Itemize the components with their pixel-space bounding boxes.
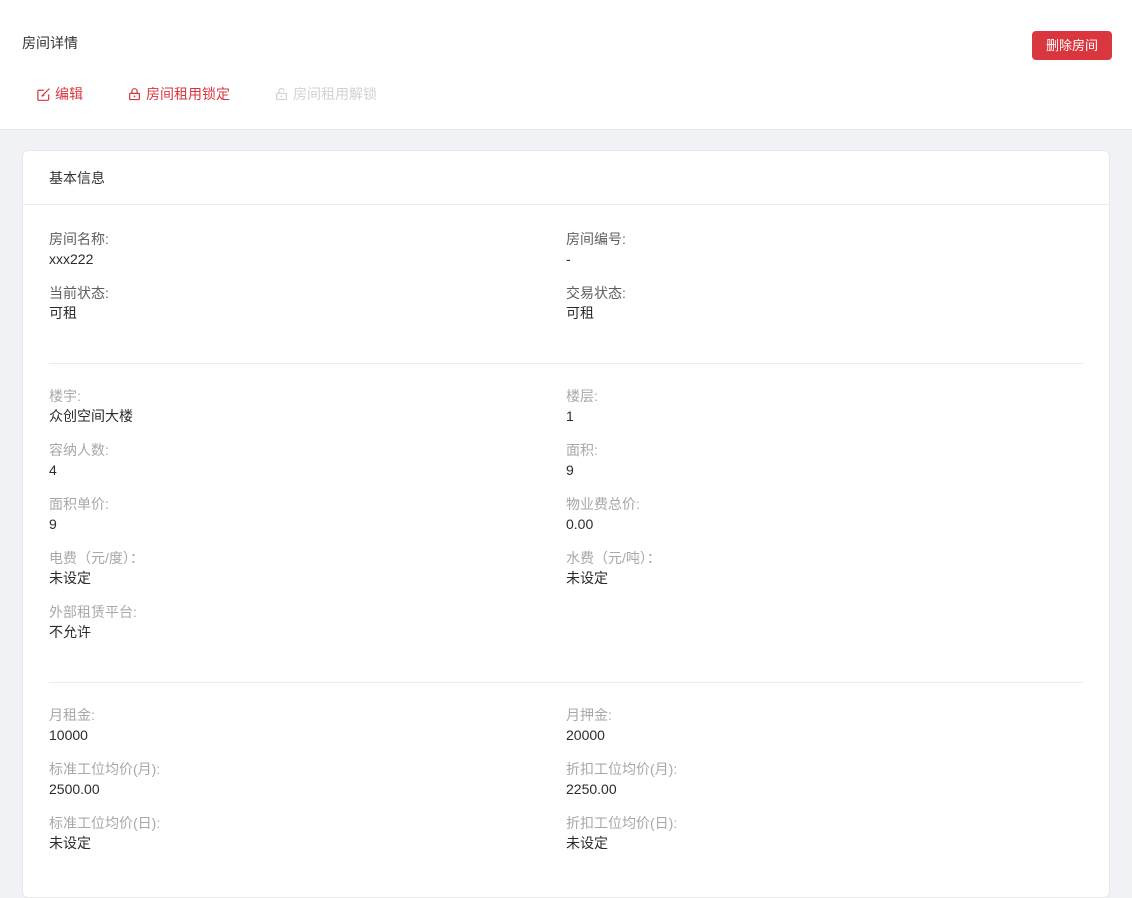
field-current-status: 当前状态: 可租 [49,283,566,323]
field-value: xxx222 [49,251,94,267]
field-value: 未设定 [49,835,91,851]
field-electricity-fee: 电费（元/度）： 未设定 [49,548,566,588]
page-title: 房间详情 [22,35,78,51]
field-label: 当前状态: [49,285,109,301]
field-label: 交易状态: [566,285,626,301]
basic-info-card: 基本信息 房间名称: xxx222 房间编号: - 当前状态: 可租 交易状态:… [22,150,1110,898]
field-room-number: 房间编号: - [566,229,1083,269]
field-trade-status: 交易状态: 可租 [566,283,1083,323]
field-label: 标准工位均价(月): [49,761,161,777]
field-label: 电费（元/度）： [49,550,144,566]
field-label: 折扣工位均价(月): [566,761,678,777]
unlock-icon [274,87,289,102]
field-property-fee-total: 物业费总价: 0.00 [566,494,1083,534]
field-label: 容纳人数: [49,442,109,458]
field-value: 0.00 [566,516,594,532]
field-capacity: 容纳人数: 4 [49,440,566,480]
card-body: 房间名称: xxx222 房间编号: - 当前状态: 可租 交易状态: 可租 楼… [23,205,1109,897]
section-status: 房间名称: xxx222 房间编号: - 当前状态: 可租 交易状态: 可租 [49,229,1083,337]
field-value: 众创空间大楼 [49,408,133,424]
field-room-name: 房间名称: xxx222 [49,229,566,269]
field-label: 面积: [566,442,598,458]
section-pricing: 月租金: 10000 月押金: 20000 标准工位均价(月): 2500.00… [49,705,1083,867]
room-rent-unlock-link[interactable]: 房间租用解锁 [274,84,377,104]
field-value: 未设定 [566,570,608,586]
field-floor: 楼层: 1 [566,386,1083,426]
field-value: 2250.00 [566,781,617,797]
field-label: 物业费总价: [566,496,640,512]
room-rent-lock-link[interactable]: 房间租用锁定 [127,84,230,104]
field-water-fee: 水费（元/吨）： 未设定 [566,548,1083,588]
section-building: 楼宇: 众创空间大楼 楼层: 1 容纳人数: 4 面积: 9 面积单价: 9 物… [49,386,1083,656]
field-label: 月租金: [49,707,95,723]
page-header: 房间详情 删除房间 编辑 房间租用锁定 房间租用解锁 [0,0,1132,130]
edit-room-label: 编辑 [55,86,83,102]
field-value: 可租 [566,305,594,321]
field-discount-seat-price-day: 折扣工位均价(日): 未设定 [566,813,1083,853]
delete-room-button[interactable]: 删除房间 [1032,31,1112,60]
field-building: 楼宇: 众创空间大楼 [49,386,566,426]
field-label: 面积单价: [49,496,109,512]
field-label: 月押金: [566,707,612,723]
lock-icon [127,87,142,102]
field-label: 折扣工位均价(日): [566,815,678,831]
field-label: 楼层: [566,388,598,404]
field-value: 2500.00 [49,781,100,797]
field-value: 9 [566,462,574,478]
field-value: 未设定 [566,835,608,851]
field-value: 未设定 [49,570,91,586]
field-monthly-deposit: 月押金: 20000 [566,705,1083,745]
section-divider [49,682,1083,683]
action-row: 编辑 房间租用锁定 房间租用解锁 [36,84,377,104]
field-standard-seat-price-day: 标准工位均价(日): 未设定 [49,813,566,853]
field-value: 10000 [49,727,88,743]
section-divider [49,363,1083,364]
field-label: 房间编号: [566,231,626,247]
field-area: 面积: 9 [566,440,1083,480]
field-value: 4 [49,462,57,478]
field-label: 外部租赁平台: [49,604,137,620]
field-value: 1 [566,408,574,424]
field-value: 不允许 [49,624,91,640]
field-discount-seat-price-month: 折扣工位均价(月): 2250.00 [566,759,1083,799]
field-external-rental-platform: 外部租赁平台: 不允许 [49,602,566,642]
card-title: 基本信息 [23,151,1109,205]
edit-room-link[interactable]: 编辑 [36,84,83,104]
field-value: 可租 [49,305,77,321]
room-rent-unlock-label: 房间租用解锁 [293,86,377,102]
edit-square-icon [36,87,51,102]
field-label: 标准工位均价(日): [49,815,161,831]
field-label: 水费（元/吨）： [566,550,661,566]
field-value: 20000 [566,727,605,743]
field-value: - [566,251,571,267]
field-monthly-rent: 月租金: 10000 [49,705,566,745]
field-label: 楼宇: [49,388,81,404]
field-value: 9 [49,516,57,532]
room-rent-lock-label: 房间租用锁定 [146,86,230,102]
field-label: 房间名称: [49,231,109,247]
field-area-unit-price: 面积单价: 9 [49,494,566,534]
field-standard-seat-price-month: 标准工位均价(月): 2500.00 [49,759,566,799]
